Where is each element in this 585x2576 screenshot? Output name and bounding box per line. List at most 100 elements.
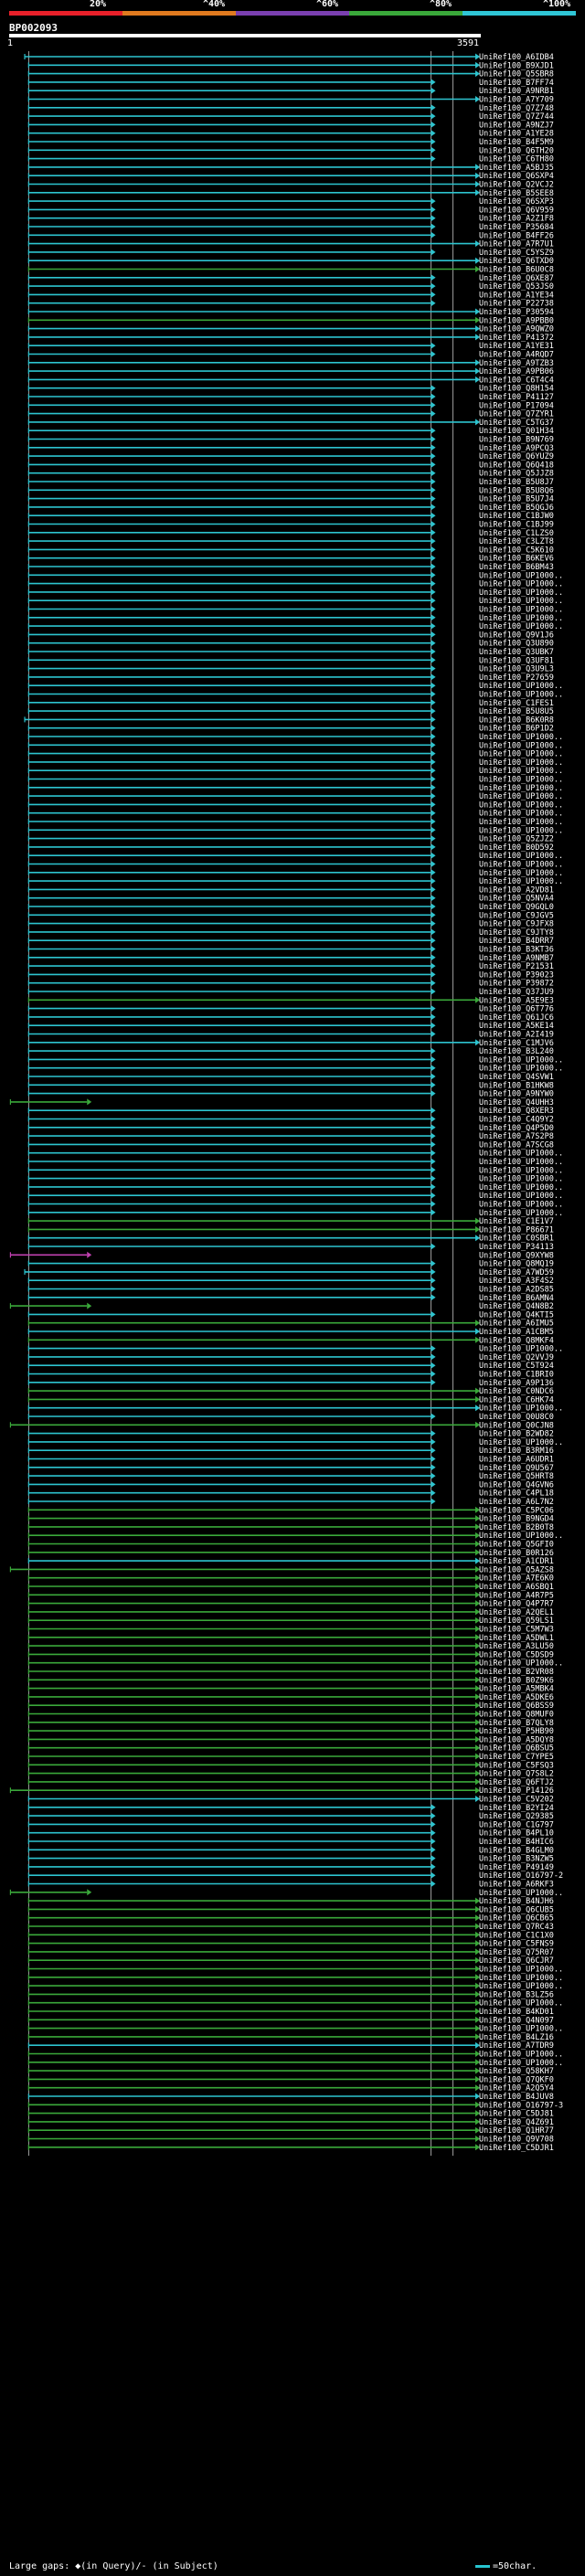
- hit-arrow: [431, 1268, 436, 1276]
- hit-arrow: [431, 580, 436, 588]
- hit-arrow: [431, 112, 436, 120]
- hit-arrow: [431, 1175, 436, 1182]
- hit-arrow: [431, 1124, 436, 1131]
- hit-arrow: [431, 640, 436, 647]
- hit-arrow: [431, 861, 436, 867]
- hit-arrow: [431, 920, 436, 928]
- hit-arrow: [431, 1371, 436, 1377]
- hit-arrow: [431, 121, 436, 128]
- hit-arrow: [431, 962, 436, 970]
- hit-arrow: [431, 818, 436, 825]
- hit-arrow: [431, 1881, 436, 1887]
- hit-arrow: [431, 648, 436, 655]
- hit-arrow: [431, 691, 436, 697]
- hit-arrow: [431, 146, 436, 154]
- hit-arrow: [431, 954, 436, 961]
- hit-arrow: [431, 385, 436, 392]
- hit-arrow: [431, 1107, 436, 1114]
- hit-arrow: [431, 291, 436, 298]
- hit-arrow: [431, 758, 436, 766]
- hit-arrow: [431, 555, 436, 562]
- hit-arrow: [431, 741, 436, 748]
- hit-arrow: [431, 486, 436, 493]
- hit-arrow: [431, 911, 436, 918]
- hit-arrow: [431, 1005, 436, 1012]
- hit-arrow: [431, 843, 436, 851]
- hit-arrow: [431, 1201, 436, 1207]
- hit-arrow: [431, 1277, 436, 1284]
- hit-arrow: [431, 776, 436, 782]
- hit-arrow: [431, 895, 436, 902]
- hit-arrow: [431, 1192, 436, 1199]
- hit-arrow: [431, 988, 436, 995]
- hit-arrow: [431, 470, 436, 477]
- hit-arrow: [87, 1302, 92, 1309]
- hit-arrow: [431, 903, 436, 910]
- hit-arrow: [431, 1430, 436, 1437]
- hit-arrow: [431, 673, 436, 681]
- hit-arrow: [431, 444, 436, 451]
- hit-label[interactable]: UniRef100_C5DJR1: [479, 2144, 554, 2153]
- hit-arrow: [431, 282, 436, 290]
- hit-arrow: [431, 1073, 436, 1080]
- hit-arrow: [431, 571, 436, 578]
- hit-arrow: [431, 631, 436, 638]
- hit-arrow: [431, 427, 436, 434]
- hit-arrow: [431, 436, 436, 442]
- hit-arrow: [431, 274, 436, 281]
- hit-arrow: [431, 529, 436, 536]
- hit-arrow: [431, 1362, 436, 1369]
- hit-arrow: [431, 928, 436, 936]
- hit-arrow: [431, 393, 436, 400]
- hit-arrow: [431, 614, 436, 621]
- hit-arrow: [431, 1183, 436, 1191]
- hit-arrow: [431, 656, 436, 663]
- hit-arrow: [431, 504, 436, 511]
- hit-arrow: [431, 206, 436, 213]
- hit-arrow: [431, 750, 436, 758]
- hit-arrow: [431, 835, 436, 843]
- hit-arrow: [431, 87, 436, 94]
- hit-arrow: [431, 1353, 436, 1361]
- hit-arrow: [431, 1812, 436, 1819]
- hit-arrow: [431, 792, 436, 800]
- hit-arrow: [431, 767, 436, 774]
- hit-arrow: [431, 563, 436, 570]
- hit-arrow: [431, 852, 436, 859]
- hit-arrow: [431, 1150, 436, 1157]
- hit-arrow: [431, 410, 436, 418]
- hit-arrow: [431, 1871, 436, 1879]
- alignment-hits-plot: UniRef100_A6IDB4UniRef100_B9XJD1UniRef10…: [9, 51, 563, 2157]
- scale-key: =50char.: [475, 2561, 537, 2571]
- hit-arrow: [431, 1829, 436, 1837]
- hit-arrow: [431, 401, 436, 408]
- hit-arrow: [431, 699, 436, 706]
- hit-arrow: [431, 452, 436, 460]
- hit-arrow: [431, 1820, 436, 1828]
- hit-arrow: [431, 495, 436, 503]
- hit-arrow: [431, 537, 436, 545]
- hit-arrow: [431, 1286, 436, 1292]
- hit-arrow: [431, 1158, 436, 1165]
- hit-arrow: [431, 1022, 436, 1029]
- hit-arrow: [431, 1209, 436, 1216]
- hit-arrow: [431, 546, 436, 553]
- hit-arrow: [431, 622, 436, 630]
- hit-arrow: [431, 716, 436, 723]
- hit-arrow: [431, 1447, 436, 1454]
- hit-arrow: [431, 1013, 436, 1021]
- hit-arrow: [431, 1310, 436, 1318]
- hit-arrow: [431, 665, 436, 673]
- hit-arrow: [431, 1116, 436, 1122]
- hit-arrow: [431, 597, 436, 604]
- hit-arrow: [431, 79, 436, 86]
- hit-arrow: [431, 104, 436, 111]
- hit-arrow: [431, 980, 436, 987]
- hit-arrow: [431, 478, 436, 485]
- hit-arrow: [431, 1498, 436, 1505]
- hit-arrow: [431, 155, 436, 163]
- hit-arrow: [431, 351, 436, 357]
- hit-arrow: [431, 1846, 436, 1853]
- hit-arrow: [431, 1090, 436, 1097]
- hit-arrow: [431, 1379, 436, 1386]
